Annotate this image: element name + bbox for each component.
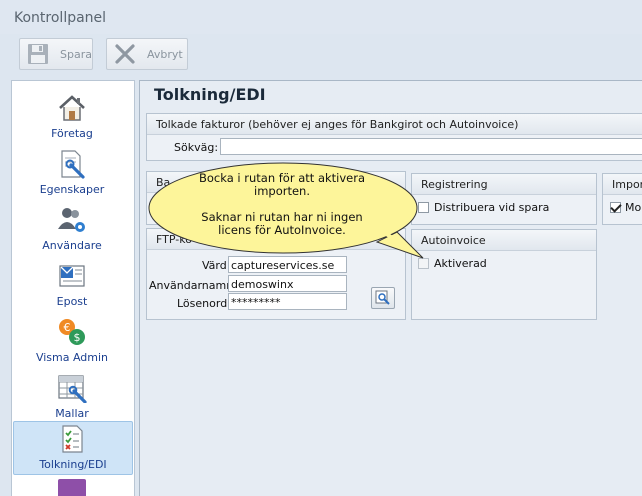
- floppy-disk-icon: [28, 44, 48, 64]
- sidebar-item-label: Visma Admin: [35, 351, 109, 364]
- import-item-label: Mon: [625, 201, 642, 214]
- parsed-invoices-group: Tolkade fakturor (behöver ej anges för B…: [146, 113, 642, 161]
- path-input[interactable]: [220, 138, 642, 155]
- sidebar-item-visma-admin[interactable]: € $ Visma Admin: [13, 315, 131, 367]
- save-button-label: Spara: [60, 48, 92, 61]
- registration-group: Registrering Distribuera vid spara: [411, 173, 597, 225]
- group-header: Tolkade fakturor (behöver ej anges för B…: [156, 118, 519, 131]
- save-button[interactable]: Spara: [19, 38, 93, 70]
- username-label: Användarnamn:: [149, 279, 237, 292]
- group-header: Registrering: [421, 178, 488, 191]
- sidebar-item-tolkning-edi[interactable]: Tolkning/EDI: [13, 421, 133, 475]
- group-header: Autoinvoice: [421, 234, 486, 247]
- activated-label: Aktiverad: [434, 257, 487, 270]
- callout-bubble: Bocka i rutan för att aktivera importen.…: [145, 160, 425, 270]
- svg-text:$: $: [74, 331, 81, 344]
- sidebar-item-label: Mallar: [55, 407, 89, 420]
- callout-line-1: Bocka i rutan för att aktivera importen.: [198, 171, 366, 198]
- sidebar-item-epost[interactable]: Epost: [13, 259, 131, 311]
- group-header: Impor: [612, 178, 642, 191]
- users-gear-icon: [58, 208, 85, 232]
- browse-button[interactable]: [371, 287, 395, 309]
- toolbar: Spara Avbryt: [0, 34, 642, 76]
- import-checkbox[interactable]: [610, 202, 621, 213]
- sidebar-item-label: Användare: [42, 239, 102, 252]
- password-label: Lösenord:: [177, 297, 231, 310]
- window-title: Kontrollpanel: [14, 10, 107, 26]
- sidebar-item-foretag[interactable]: Företag: [13, 91, 131, 143]
- callout-text: Bocka i rutan för att aktivera importen.…: [187, 172, 377, 237]
- sidebar-item-label: Egenskaper: [39, 183, 105, 196]
- sidebar-item-mallar[interactable]: Mallar: [13, 371, 131, 423]
- sidebar-item-egenskaper[interactable]: Egenskaper: [13, 147, 131, 199]
- checklist-icon: [62, 425, 83, 453]
- cancel-button-label: Avbryt: [147, 48, 183, 61]
- sidebar: Företag Egenskaper Användare Epost € $ V…: [11, 80, 135, 496]
- path-label: Sökväg:: [174, 141, 219, 154]
- sidebar-item-label: Tolkning/EDI: [39, 458, 107, 471]
- cancel-button[interactable]: Avbryt: [106, 38, 188, 70]
- distribute-label: Distribuera vid spara: [434, 201, 550, 214]
- grid-wrench-icon: [58, 375, 87, 403]
- mail-icon: [59, 265, 85, 287]
- autoinvoice-group: Autoinvoice Aktiverad: [411, 229, 597, 320]
- import-group: Impor Mon: [602, 173, 642, 225]
- svg-text:€: €: [64, 321, 71, 334]
- password-input[interactable]: *********: [228, 293, 347, 310]
- home-icon: [59, 95, 85, 121]
- sidebar-item-next-icon[interactable]: [58, 479, 86, 496]
- username-input[interactable]: demoswinx: [228, 275, 347, 292]
- callout-line-2: Saknar ni rutan har ni ingen licens för …: [201, 210, 363, 237]
- document-wrench-icon: [61, 150, 85, 179]
- title-bar: Kontrollpanel: [0, 0, 642, 34]
- sidebar-item-label: Epost: [56, 295, 88, 308]
- main-content: Tolkning/EDI Tolkade fakturor (behöver e…: [139, 80, 642, 496]
- sidebar-item-label: Företag: [51, 127, 93, 140]
- currency-coins-icon: € $: [59, 319, 85, 345]
- close-icon: [115, 44, 135, 64]
- sidebar-item-anvandare[interactable]: Användare: [13, 203, 131, 255]
- page-title: Tolkning/EDI: [154, 85, 266, 104]
- browse-icon: [375, 290, 390, 305]
